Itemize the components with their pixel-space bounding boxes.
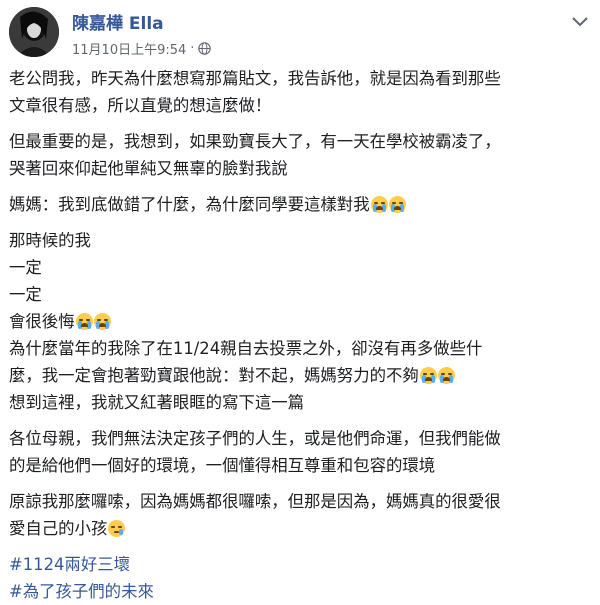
text-line: 媽媽：我到底做錯了什麼，為什麼同學要這樣對我 <box>9 191 589 218</box>
crying-emoji-icon <box>370 196 388 213</box>
text-line: 想到這裡，我就又紅著眼眶的寫下這一篇 <box>9 393 305 412</box>
crying-emoji-icon <box>75 313 93 330</box>
text-line: 麼，我一定會抱著勁寶跟他說：對不起，媽媽努力的不夠 <box>9 362 589 389</box>
text-line: 會很後悔 <box>9 308 589 335</box>
text-line: 的是給他們一個好的環境，一個懂得相互尊重和包容的環境 <box>9 456 436 475</box>
text-span: 麼，我一定會抱著勁寶跟他說：對不起，媽媽努力的不夠 <box>9 366 419 385</box>
chevron-down-icon[interactable] <box>572 16 588 28</box>
globe-icon <box>198 42 212 55</box>
text-line: 但最重要的是，我想到，如果勁寶長大了，有一天在學校被霸凌了， <box>9 132 501 151</box>
text-line: 各位母親，我們無法決定孩子們的人生，或是他們命運，但我們能做 <box>9 429 501 448</box>
text-line: 一定 <box>9 258 42 277</box>
post-body: 老公問我，昨天為什麼想寫那篇貼文，我告訴他，就是因為看到那些 文章很有感，所以直… <box>9 65 589 605</box>
text-span: 媽媽：我到底做錯了什麼，為什麼同學要這樣對我 <box>9 195 370 214</box>
text-line: 文章很有感，所以直覺的想這麼做！ <box>9 96 272 115</box>
crying-emoji-icon <box>437 367 455 384</box>
facebook-post: 陳嘉樺 Ella 11月10日上午9:54 · 老公問我，昨天為什麼想寫那篇貼文… <box>0 0 600 601</box>
text-span: 會很後悔 <box>9 312 75 331</box>
text-line: 一定 <box>9 285 42 304</box>
timestamp[interactable]: 11月10日上午9:54 <box>72 39 186 58</box>
text-line: 哭著回來仰起他單純又無辜的臉對我說 <box>9 159 288 178</box>
text-line: 為什麼當年的我除了在11/24親自去投票之外，卻沒有再多做些什 <box>9 339 483 358</box>
hashtag-link[interactable]: #為了孩子們的未來 <box>9 578 589 605</box>
text-line: 愛自己的小孩 <box>9 515 589 542</box>
meta-separator: · <box>190 41 195 56</box>
sad-emoji-icon <box>108 520 126 537</box>
crying-emoji-icon <box>388 196 406 213</box>
author-name[interactable]: 陳嘉樺 Ella <box>72 9 164 34</box>
hashtag-link[interactable]: #1124兩好三壞 <box>9 551 589 578</box>
avatar-image <box>9 7 59 57</box>
crying-emoji-icon <box>93 313 111 330</box>
text-line: 老公問我，昨天為什麼想寫那篇貼文，我告訴他，就是因為看到那些 <box>9 69 501 88</box>
text-span: 愛自己的小孩 <box>9 519 108 538</box>
text-line: 那時候的我 <box>9 231 91 250</box>
text-line: 原諒我那麼囉嗦，因為媽媽都很囉嗦，但那是因為，媽媽真的很愛很 <box>9 492 501 511</box>
avatar[interactable] <box>9 7 59 57</box>
crying-emoji-icon <box>419 367 437 384</box>
post-meta: 11月10日上午9:54 · <box>72 39 212 58</box>
